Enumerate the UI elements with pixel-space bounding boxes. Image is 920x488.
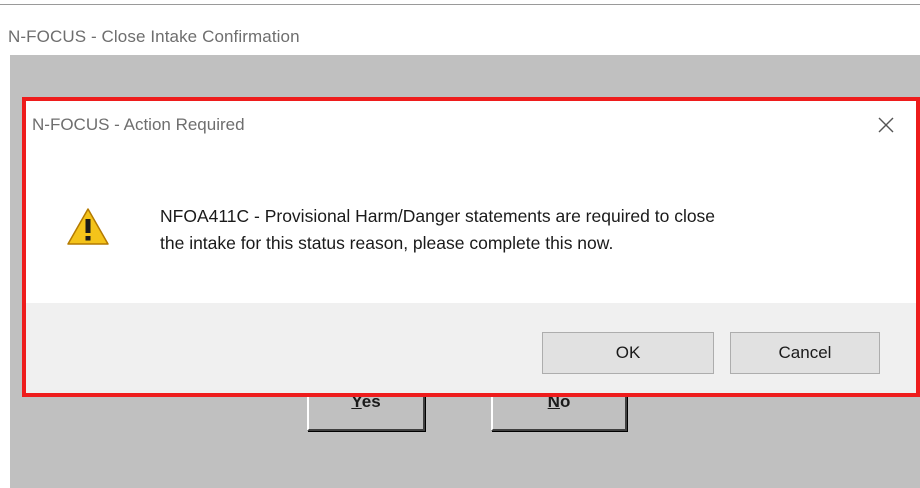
yes-button[interactable]: Yes: [307, 391, 425, 431]
red-highlight-annotation: [22, 97, 920, 397]
background-title-bar: N-FOCUS - Close Intake Confirmation: [0, 5, 920, 55]
background-window-title: N-FOCUS - Close Intake Confirmation: [8, 27, 300, 46]
no-button[interactable]: No: [491, 391, 627, 431]
